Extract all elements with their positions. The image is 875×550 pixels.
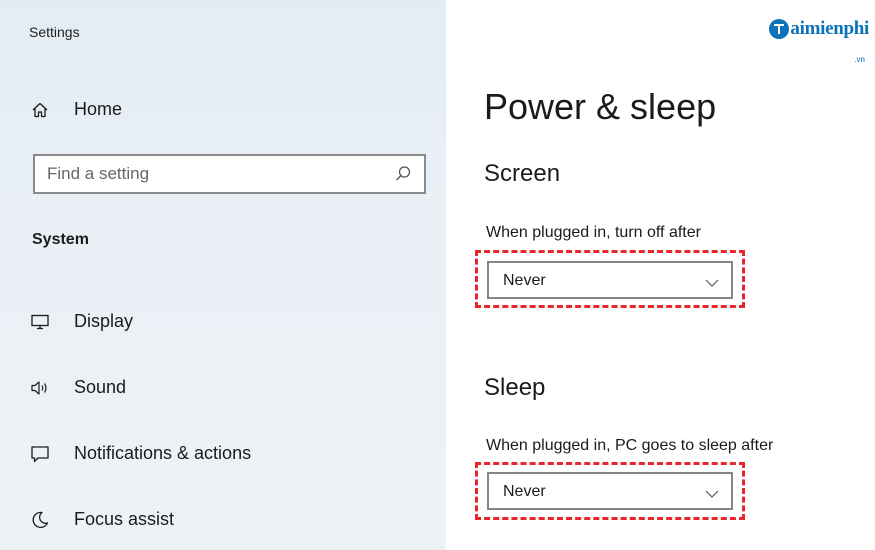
sleep-timeout-value: Never (503, 483, 546, 500)
sidebar: Settings Home System Display Sound Notif… (0, 0, 446, 550)
focus-assist-icon (30, 510, 50, 530)
search-input[interactable] (35, 156, 387, 192)
display-icon (30, 312, 50, 332)
sidebar-item-label: Sound (74, 377, 127, 397)
sidebar-item-home[interactable]: Home (30, 99, 122, 120)
sidebar-item-display[interactable]: Display (30, 311, 133, 332)
screen-timeout-label: When plugged in, turn off after (486, 224, 701, 241)
sound-icon (30, 378, 50, 398)
sidebar-item-label: Display (74, 311, 134, 331)
brand-logo: aimienphi .vn (769, 18, 869, 64)
page-title: Power & sleep (484, 86, 717, 127)
sidebar-item-focus-assist[interactable]: Focus assist (30, 509, 174, 530)
screen-timeout-dropdown[interactable]: Never (487, 261, 733, 299)
brand-logo-icon (769, 19, 790, 39)
window-title: Settings (29, 24, 80, 40)
brand-name: aimienphi (790, 18, 869, 39)
screen-heading: Screen (484, 160, 561, 187)
brand-suffix: .vn (854, 55, 865, 64)
sleep-timeout-dropdown[interactable]: Never (487, 472, 733, 510)
sleep-heading: Sleep (484, 374, 546, 401)
sidebar-item-label: Home (74, 99, 123, 119)
sidebar-item-label: Notifications & actions (74, 443, 252, 463)
section-heading-system: System (32, 231, 89, 248)
main-panel: aimienphi .vn Power & sleep Screen When … (446, 0, 875, 550)
screen-timeout-value: Never (503, 272, 546, 289)
notifications-icon (30, 444, 50, 464)
chevron-down-icon (705, 486, 719, 498)
sidebar-item-label: Focus assist (74, 509, 175, 529)
sidebar-item-notifications[interactable]: Notifications & actions (30, 443, 251, 464)
chevron-down-icon (705, 275, 719, 287)
sidebar-item-sound[interactable]: Sound (30, 377, 126, 398)
sleep-timeout-label: When plugged in, PC goes to sleep after (486, 437, 774, 454)
search-icon[interactable] (394, 165, 412, 183)
home-icon (30, 100, 50, 120)
search-field[interactable] (33, 154, 426, 194)
